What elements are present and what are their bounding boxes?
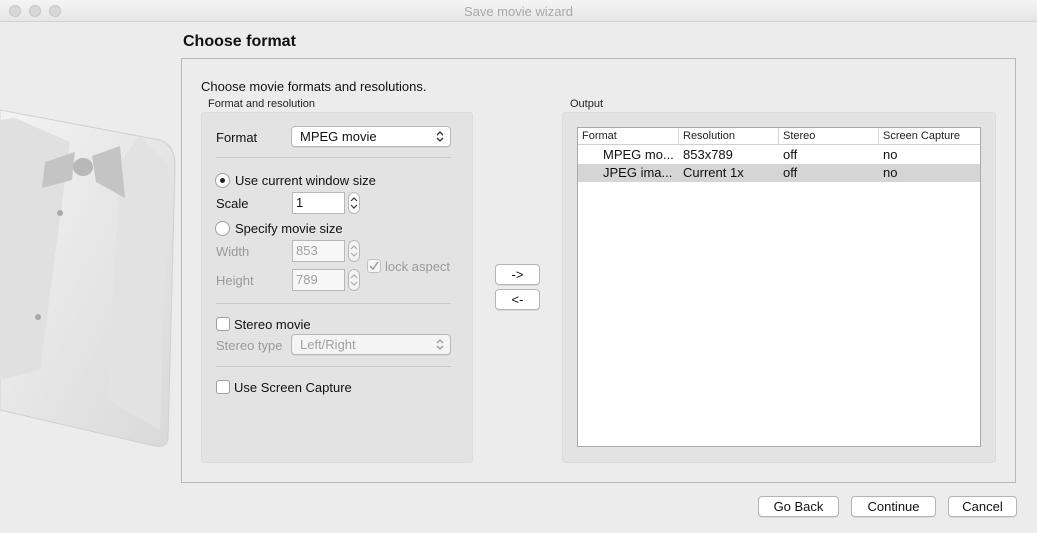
screen-capture-checkbox[interactable] bbox=[216, 380, 230, 394]
cell-stereo: off bbox=[783, 165, 798, 180]
cell-format: JPEG ima... bbox=[603, 165, 673, 180]
add-to-output-button[interactable]: -> bbox=[495, 264, 540, 285]
cell-screen-capture: no bbox=[883, 165, 898, 180]
column-header-resolution[interactable]: Resolution bbox=[679, 128, 779, 145]
lock-aspect-checkbox[interactable] bbox=[367, 259, 381, 273]
height-stepper[interactable] bbox=[348, 269, 360, 291]
go-back-button[interactable]: Go Back bbox=[758, 496, 839, 517]
output-table-header: Format Resolution Stereo Screen Capture bbox=[578, 128, 980, 145]
lock-aspect-label: lock aspect bbox=[385, 259, 451, 274]
divider bbox=[216, 366, 451, 367]
divider bbox=[216, 303, 451, 304]
table-row-selected[interactable]: JPEG ima... Current 1x off no bbox=[578, 164, 980, 182]
continue-button[interactable]: Continue bbox=[851, 496, 936, 517]
width-label: Width bbox=[216, 244, 250, 259]
width-stepper[interactable] bbox=[348, 240, 360, 262]
width-input[interactable]: 853 bbox=[292, 240, 345, 262]
use-current-size-label: Use current window size bbox=[235, 173, 376, 188]
checkmark-icon bbox=[369, 261, 379, 271]
title-bar: Save movie wizard bbox=[0, 0, 1037, 22]
stereo-type-label: Stereo type bbox=[216, 338, 283, 353]
format-select-value: MPEG movie bbox=[300, 129, 377, 144]
column-header-format[interactable]: Format bbox=[578, 128, 679, 145]
cell-format: MPEG mo... bbox=[603, 147, 674, 162]
stepper-arrows-icon bbox=[350, 274, 358, 286]
cell-screen-capture: no bbox=[883, 147, 898, 162]
screen-capture-label: Use Screen Capture bbox=[234, 380, 352, 395]
intro-text: Choose movie formats and resolutions. bbox=[201, 79, 427, 94]
output-table[interactable]: Format Resolution Stereo Screen Capture … bbox=[577, 127, 981, 447]
scale-stepper[interactable] bbox=[348, 192, 360, 214]
cell-stereo: off bbox=[783, 147, 798, 162]
stereo-movie-checkbox[interactable] bbox=[216, 317, 230, 331]
column-header-stereo[interactable]: Stereo bbox=[779, 128, 879, 145]
cell-resolution: 853x789 bbox=[683, 147, 733, 162]
format-label: Format bbox=[216, 130, 258, 145]
chevron-updown-icon bbox=[436, 131, 444, 142]
use-current-size-radio[interactable] bbox=[215, 173, 230, 188]
stereo-movie-label: Stereo movie bbox=[234, 317, 311, 332]
page-title: Choose format bbox=[183, 33, 296, 50]
height-label: Height bbox=[216, 273, 254, 288]
stereo-type-value: Left/Right bbox=[300, 337, 356, 352]
window-title: Save movie wizard bbox=[463, 4, 574, 19]
cell-resolution: Current 1x bbox=[683, 165, 744, 180]
specify-size-radio[interactable] bbox=[215, 221, 230, 236]
height-input[interactable]: 789 bbox=[292, 269, 345, 291]
stepper-arrows-icon bbox=[350, 197, 358, 209]
divider bbox=[216, 157, 451, 158]
scale-input[interactable]: 1 bbox=[292, 192, 345, 214]
remove-from-output-button[interactable]: <- bbox=[495, 289, 540, 310]
scale-label: Scale bbox=[216, 196, 249, 211]
table-row[interactable]: MPEG mo... 853x789 off no bbox=[578, 146, 980, 164]
format-select[interactable]: MPEG movie bbox=[291, 126, 451, 147]
stereo-type-select[interactable]: Left/Right bbox=[291, 334, 451, 355]
stepper-arrows-icon bbox=[350, 245, 358, 257]
cancel-button[interactable]: Cancel bbox=[948, 496, 1017, 517]
specify-size-label: Specify movie size bbox=[235, 221, 343, 236]
save-movie-wizard-window: Save movie wizard Choose format Choose m… bbox=[0, 0, 1037, 533]
format-group-title: Format and resolution bbox=[208, 98, 315, 110]
column-header-screen-capture[interactable]: Screen Capture bbox=[879, 128, 980, 145]
chevron-updown-icon bbox=[436, 339, 444, 350]
output-group-title: Output bbox=[570, 98, 604, 110]
